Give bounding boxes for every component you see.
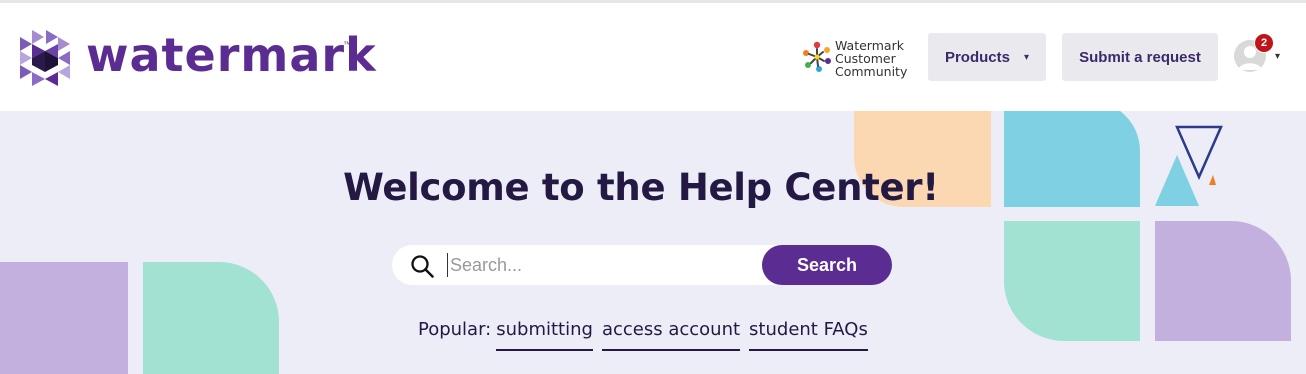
community-label: Watermark Customer Community <box>835 38 908 79</box>
user-menu-chevron-icon[interactable]: ▾ <box>1275 51 1280 62</box>
hero-section: Welcome to the Help Center! Search Popul… <box>0 111 1306 374</box>
notification-badge[interactable]: 2 <box>1254 33 1274 53</box>
popular-searches: Popular: submitting access account stude… <box>418 319 877 351</box>
submit-request-button[interactable]: Submit a request <box>1062 33 1218 81</box>
popular-link-student-faqs[interactable]: student FAQs <box>749 319 868 351</box>
products-menu-button[interactable]: Products ▾ <box>928 33 1046 81</box>
watermark-logo[interactable]: watermark ™ <box>20 28 376 86</box>
decor-shape-lavender-right <box>1155 221 1291 341</box>
search-input[interactable] <box>447 253 747 277</box>
logo-wordmark: watermark <box>86 28 377 82</box>
site-header: watermark ™ Watermark Customer Community… <box>0 3 1306 111</box>
logo-trademark: ™ <box>343 40 351 49</box>
popular-link-submitting[interactable]: submitting <box>496 319 593 351</box>
search-icon <box>411 255 434 278</box>
customer-community-link[interactable]: Watermark Customer Community <box>800 38 910 80</box>
decor-shape-mint-right <box>1004 221 1140 341</box>
products-label: Products <box>944 48 1010 66</box>
community-icon <box>803 41 831 72</box>
popular-link-access-account[interactable]: access account <box>601 319 741 351</box>
search-bar: Search <box>392 245 892 285</box>
watermark-logo-icon <box>20 30 70 86</box>
popular-label: Popular: <box>418 319 492 340</box>
chevron-down-icon: ▾ <box>1023 51 1030 63</box>
page-title: Welcome to the Help Center! <box>343 166 939 209</box>
decor-shape-lavender-left <box>0 262 128 374</box>
decor-shape-mint-left <box>143 262 279 374</box>
search-button[interactable]: Search <box>762 245 892 285</box>
